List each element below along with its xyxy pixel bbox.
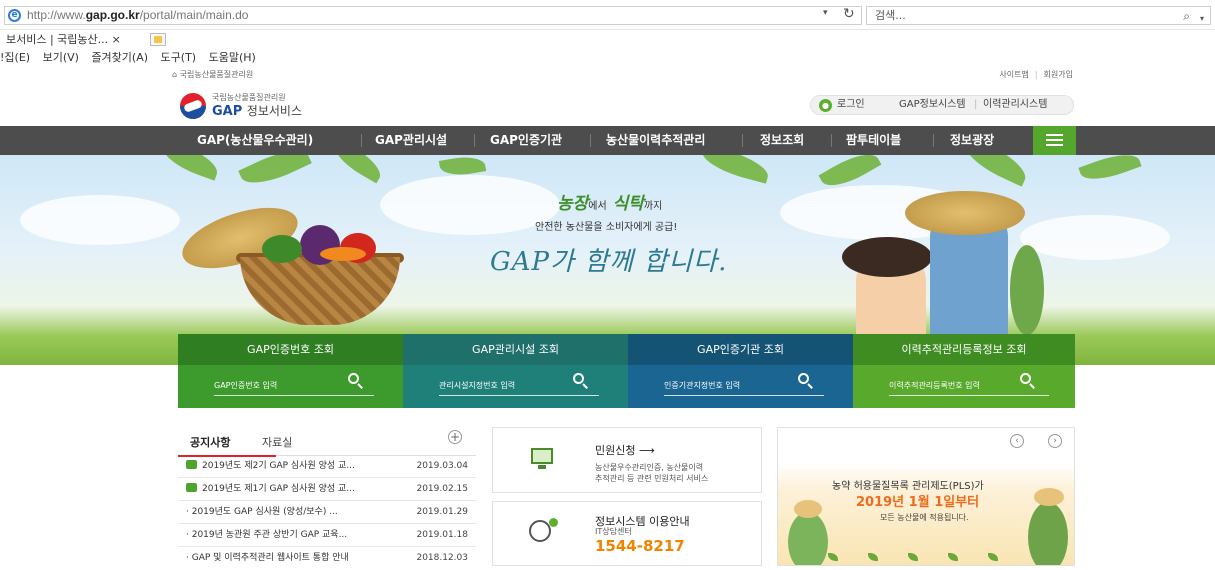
search-dropdown-icon[interactable]: ▾ xyxy=(1200,10,1204,27)
search-icon[interactable]: ⌕ xyxy=(1183,8,1190,25)
hamburger-icon[interactable] xyxy=(1033,126,1076,155)
site-top-bar: ⌂ 국립농산물품질관리원 사이트맵 | 회원가입 xyxy=(0,66,1215,83)
vegetable-basket xyxy=(240,257,400,325)
user-icon: ● xyxy=(819,99,832,112)
new-badge-icon xyxy=(186,483,197,492)
gap-system-link[interactable]: GAP정보시스템 xyxy=(899,96,966,114)
tab-archive[interactable]: 자료실 xyxy=(262,434,292,450)
more-plus-icon[interactable]: + xyxy=(448,430,462,444)
menu-view[interactable]: 보기(V) xyxy=(43,49,79,66)
sitemap-link[interactable]: 사이트맵 xyxy=(999,70,1028,79)
notice-panel: 공지사항 자료실 + 2019년도 제2기 GAP 심사원 양성 교... 20… xyxy=(177,426,476,566)
menu-edit[interactable]: !집(E) xyxy=(0,49,30,66)
system-guide-card[interactable]: 정보시스템 이용안내 IT상담센터 1544-8217 xyxy=(492,501,762,566)
search-box-traceability: 이력추적관리등록정보 조회 이력추적관리등록번호 입력 xyxy=(853,334,1075,408)
search-icon[interactable] xyxy=(348,373,363,389)
search-icon[interactable] xyxy=(1020,373,1035,389)
taegeuk-logo-icon xyxy=(180,93,206,119)
banner-next-icon[interactable]: › xyxy=(1048,434,1062,448)
nav-info-plaza[interactable]: 정보광장 xyxy=(950,126,994,155)
url-dropdown-icon[interactable]: ▾ xyxy=(823,8,828,18)
menu-help[interactable]: 도움말(H) xyxy=(209,49,256,66)
list-item[interactable]: 2019년도 제2기 GAP 심사원 양성 교... 2019.03.04 xyxy=(178,455,476,478)
search-box-gap-cert: GAP인증번호 조회 GAP인증번호 입력 xyxy=(178,334,403,408)
search-icon[interactable] xyxy=(798,373,813,389)
browser-menu-bar: !집(E) 보기(V) 즐겨찾기(A) 도구(T) 도움말(H) xyxy=(0,49,1215,66)
reload-icon[interactable]: ↻ xyxy=(843,6,855,22)
nav-cert-agency[interactable]: GAP인증기관 xyxy=(490,126,562,155)
call-agent-icon xyxy=(529,520,551,542)
list-item[interactable]: 2019년도 제1기 GAP 심사원 양성 교... 2019.02.15 xyxy=(178,478,476,501)
hero-slogan: GAP가 함께 합니다. xyxy=(490,247,728,277)
new-badge-icon xyxy=(186,460,197,469)
tab-notice[interactable]: 공지사항 xyxy=(177,434,278,457)
top-links: 사이트맵 | 회원가입 xyxy=(999,70,1073,79)
menu-tools[interactable]: 도구(T) xyxy=(161,49,197,66)
list-item[interactable]: · GAP 및 이력추적관리 웹사이트 통합 안내 2018.12.03 xyxy=(178,547,476,570)
monitor-icon xyxy=(531,448,553,464)
new-tab-icon[interactable] xyxy=(150,33,166,46)
signup-link[interactable]: 회원가입 xyxy=(1044,70,1073,79)
farmer-figure xyxy=(788,512,828,565)
banner-prev-icon[interactable]: ‹ xyxy=(1010,434,1024,448)
search-box-agency: GAP인증기관 조회 인증기관지정번호 입력 xyxy=(628,334,853,408)
civil-request-card[interactable]: 민원신청 ⟶ 농산물우수관리인증, 농산물이력 추적관리 등 관련 민원처리 서… xyxy=(492,427,762,493)
browser-address-bar: http://www.gap.go.kr/portal/main/main.do… xyxy=(0,0,1215,30)
nav-info-search[interactable]: 정보조회 xyxy=(760,126,804,155)
ie-icon: e xyxy=(8,9,21,22)
main-navigation: GAP(농산물우수관리) GAP관리시설 GAP인증기관 농산물이력추적관리 정… xyxy=(0,126,1215,155)
pls-banner[interactable]: ‹ › 농약 허용물질목록 관리제도(PLS)가 2019년 1월 1일부터 모… xyxy=(777,427,1075,566)
list-item[interactable]: · 2019년 농관원 주관 상반기 GAP 교육... 2019.01.18 xyxy=(178,524,476,547)
browser-search-input[interactable]: 검색... ⌕ ▾ xyxy=(866,6,1211,25)
home-link[interactable]: ⌂ 국립농산물품질관리원 xyxy=(172,69,253,80)
trace-system-link[interactable]: 이력관리시스템 xyxy=(983,96,1047,114)
login-link[interactable]: 로그인 xyxy=(837,96,865,114)
nav-traceability[interactable]: 농산물이력추적관리 xyxy=(606,126,705,155)
url-field[interactable]: http://www.gap.go.kr/portal/main/main.do xyxy=(4,6,862,25)
login-pill: ● 로그인 GAP정보시스템 | 이력관리시스템 xyxy=(810,95,1074,115)
farmer-figure xyxy=(1028,502,1068,565)
hero-subtitle: 안전한 농산물을 소비자에게 공급! xyxy=(535,222,678,233)
nav-farm-to-table[interactable]: 팜투테이블 xyxy=(846,126,901,155)
search-icon[interactable] xyxy=(573,373,588,389)
list-item[interactable]: · 2019년도 GAP 심사원 (양성/보수) ... 2019.01.29 xyxy=(178,501,476,524)
search-box-facility: GAP관리시설 조회 관리시설지정번호 입력 xyxy=(403,334,628,408)
helpdesk-phone: 1544-8217 xyxy=(595,537,685,555)
menu-favorites[interactable]: 즐겨찾기(A) xyxy=(91,49,148,66)
nav-facility[interactable]: GAP관리시설 xyxy=(375,126,447,155)
tab-bar: 보서비스 | 국립농산... × xyxy=(0,30,1215,49)
nav-gap[interactable]: GAP(농산물우수관리) xyxy=(197,126,313,155)
browser-tab[interactable]: 보서비스 | 국립농산... × xyxy=(0,31,129,48)
